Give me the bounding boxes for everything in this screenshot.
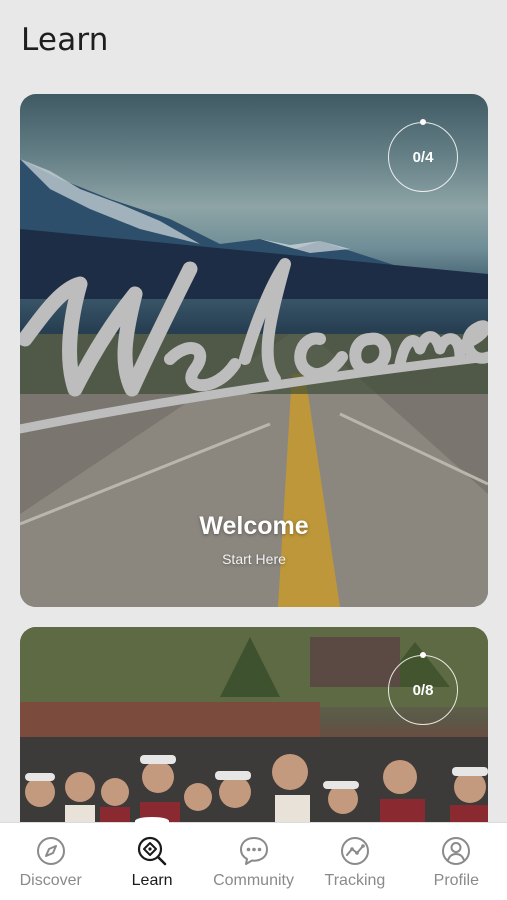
profile-icon [442,837,471,865]
nav-item-discover[interactable]: Discover [0,823,101,900]
page-title: Learn [21,22,109,58]
chat-bubble-icon [239,837,268,865]
progress-ring: 0/8 [388,652,458,725]
card-title: Welcome [199,512,309,540]
tracking-chart-icon [340,837,369,865]
course-card-group[interactable]: 0/8 [20,627,488,827]
course-card-welcome[interactable]: 0/4 Welcome Start Here [20,94,488,607]
nav-label: Discover [19,872,82,889]
progress-count: 0/4 [412,148,434,166]
compass-icon [36,837,65,865]
nav-label: Tracking [324,872,386,889]
bottom-nav: Discover Learn Community Tracking Profil… [0,817,507,900]
nav-item-community[interactable]: Community [203,823,304,900]
nav-label: Profile [433,872,479,889]
active-tab-indicator [135,817,170,825]
card-subtitle: Start Here [222,551,286,567]
progress-ring: 0/4 [388,119,458,192]
progress-count: 0/8 [412,681,434,699]
nav-item-learn[interactable]: Learn [101,817,202,900]
nav-label: Learn [131,872,173,889]
nav-item-profile[interactable]: Profile [406,823,507,900]
nav-item-tracking[interactable]: Tracking [304,823,405,900]
learn-search-icon [138,836,167,866]
welcome-script-graphic [20,258,488,434]
nav-label: Community [213,872,294,889]
